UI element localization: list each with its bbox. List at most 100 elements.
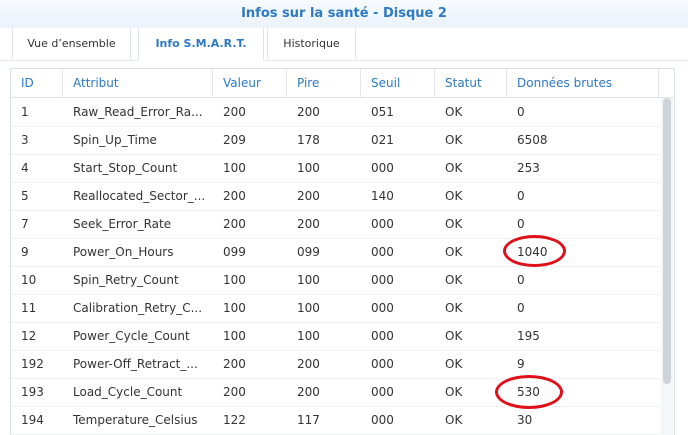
cell-id: 10 xyxy=(21,273,37,287)
cell-threshold: 000 xyxy=(371,385,394,399)
smart-attributes-table: ID Attribut Valeur Pire Seuil Statut Don… xyxy=(10,68,675,435)
cell-worst: 200 xyxy=(297,217,320,231)
cell-attribute: Temperature_Celsius xyxy=(73,413,198,427)
table-row[interactable]: 7 Seek_Error_Rate 200 200 000 OK 0 xyxy=(11,210,660,239)
column-header-threshold[interactable]: Seuil xyxy=(361,69,435,97)
cell-status: OK xyxy=(445,245,463,259)
cell-value: 209 xyxy=(223,133,246,147)
cell-attribute: Power_Cycle_Count xyxy=(73,329,190,343)
cell-raw-data: 0 xyxy=(517,217,525,231)
cell-id: 1 xyxy=(21,105,29,119)
tab-overview[interactable]: Vue d’ensemble xyxy=(12,28,131,59)
cell-attribute: Reallocated_Sector_... xyxy=(73,189,206,203)
cell-status: OK xyxy=(445,133,463,147)
table-row[interactable]: 10 Spin_Retry_Count 100 100 000 OK 0 xyxy=(11,266,660,295)
cell-attribute: Calibration_Retry_C... xyxy=(73,301,203,315)
cell-raw-data: 1040 xyxy=(517,245,548,259)
cell-value: 200 xyxy=(223,385,246,399)
cell-worst: 117 xyxy=(297,413,320,427)
cell-status: OK xyxy=(445,301,463,315)
cell-worst: 100 xyxy=(297,161,320,175)
cell-worst: 099 xyxy=(297,245,320,259)
cell-threshold: 000 xyxy=(371,273,394,287)
cell-threshold: 000 xyxy=(371,217,394,231)
cell-attribute: Raw_Read_Error_Ra... xyxy=(73,105,203,119)
cell-value: 100 xyxy=(223,329,246,343)
cell-worst: 100 xyxy=(297,329,320,343)
column-header-worst[interactable]: Pire xyxy=(287,69,361,97)
cell-id: 4 xyxy=(21,161,29,175)
cell-raw-data: 6508 xyxy=(517,133,548,147)
cell-attribute: Spin_Retry_Count xyxy=(73,273,179,287)
table-row[interactable]: 3 Spin_Up_Time 209 178 021 OK 6508 xyxy=(11,126,660,155)
tab-bar: Vue d’ensemble Info S.M.A.R.T. Historiqu… xyxy=(0,28,688,61)
cell-value: 100 xyxy=(223,301,246,315)
table-row[interactable]: 9 Power_On_Hours 099 099 000 OK 1040 xyxy=(11,238,660,267)
cell-threshold: 051 xyxy=(371,105,394,119)
cell-worst: 200 xyxy=(297,105,320,119)
cell-id: 193 xyxy=(21,385,44,399)
cell-raw-data: 0 xyxy=(517,105,525,119)
tab-history[interactable]: Historique xyxy=(267,28,356,59)
table-row[interactable]: 12 Power_Cycle_Count 100 100 000 OK 195 xyxy=(11,322,660,351)
cell-raw-data: 253 xyxy=(517,161,540,175)
scrollbar-thumb[interactable] xyxy=(663,98,671,384)
column-header-status[interactable]: Statut xyxy=(435,69,507,97)
table-header: ID Attribut Valeur Pire Seuil Statut Don… xyxy=(11,69,674,98)
cell-id: 5 xyxy=(21,189,29,203)
table-row[interactable]: 11 Calibration_Retry_C... 100 100 000 OK 0 xyxy=(11,294,660,323)
cell-value: 099 xyxy=(223,245,246,259)
cell-value: 100 xyxy=(223,273,246,287)
cell-threshold: 140 xyxy=(371,189,394,203)
cell-raw-data: 30 xyxy=(517,413,533,427)
table-row[interactable]: 194 Temperature_Celsius 122 117 000 OK 30 xyxy=(11,406,660,435)
vertical-scrollbar[interactable] xyxy=(661,98,673,435)
cell-threshold: 000 xyxy=(371,329,394,343)
cell-status: OK xyxy=(445,161,463,175)
cell-raw-data: 0 xyxy=(517,273,525,287)
cell-attribute: Load_Cycle_Count xyxy=(73,385,183,399)
cell-id: 194 xyxy=(21,413,44,427)
cell-worst: 100 xyxy=(297,301,320,315)
cell-worst: 200 xyxy=(297,385,320,399)
table-row[interactable]: 4 Start_Stop_Count 100 100 000 OK 253 xyxy=(11,154,660,183)
window-title: Infos sur la santé - Disque 2 xyxy=(0,0,688,28)
cell-value: 122 xyxy=(223,413,246,427)
table-row[interactable]: 5 Reallocated_Sector_... 200 200 140 OK 0 xyxy=(11,182,660,211)
cell-value: 200 xyxy=(223,189,246,203)
cell-id: 12 xyxy=(21,329,37,343)
cell-worst: 200 xyxy=(297,189,320,203)
table-row[interactable]: 193 Load_Cycle_Count 200 200 000 OK 530 xyxy=(11,378,660,407)
table-row[interactable]: 192 Power-Off_Retract_... 200 200 000 OK 9 xyxy=(11,350,660,379)
cell-status: OK xyxy=(445,385,463,399)
cell-status: OK xyxy=(445,189,463,203)
cell-raw-data: 9 xyxy=(517,357,525,371)
cell-status: OK xyxy=(445,413,463,427)
cell-worst: 178 xyxy=(297,133,320,147)
table-row[interactable]: 1 Raw_Read_Error_Ra... 200 200 051 OK 0 xyxy=(11,98,660,127)
cell-status: OK xyxy=(445,357,463,371)
cell-value: 200 xyxy=(223,217,246,231)
cell-attribute: Spin_Up_Time xyxy=(73,133,157,147)
cell-status: OK xyxy=(445,273,463,287)
cell-threshold: 000 xyxy=(371,357,394,371)
cell-threshold: 000 xyxy=(371,301,394,315)
cell-status: OK xyxy=(445,329,463,343)
column-header-raw-data[interactable]: Données brutes xyxy=(507,69,659,97)
column-header-attribute[interactable]: Attribut xyxy=(63,69,213,97)
cell-worst: 200 xyxy=(297,357,320,371)
cell-value: 200 xyxy=(223,357,246,371)
cell-attribute: Power_On_Hours xyxy=(73,245,174,259)
cell-threshold: 000 xyxy=(371,413,394,427)
cell-worst: 100 xyxy=(297,273,320,287)
cell-threshold: 000 xyxy=(371,245,394,259)
column-header-id[interactable]: ID xyxy=(11,69,63,97)
cell-attribute: Seek_Error_Rate xyxy=(73,217,172,231)
cell-status: OK xyxy=(445,105,463,119)
column-header-value[interactable]: Valeur xyxy=(213,69,287,97)
cell-id: 3 xyxy=(21,133,29,147)
tab-smart-info[interactable]: Info S.M.A.R.T. xyxy=(138,28,264,61)
cell-raw-data: 0 xyxy=(517,301,525,315)
cell-id: 11 xyxy=(21,301,37,315)
cell-id: 7 xyxy=(21,217,29,231)
